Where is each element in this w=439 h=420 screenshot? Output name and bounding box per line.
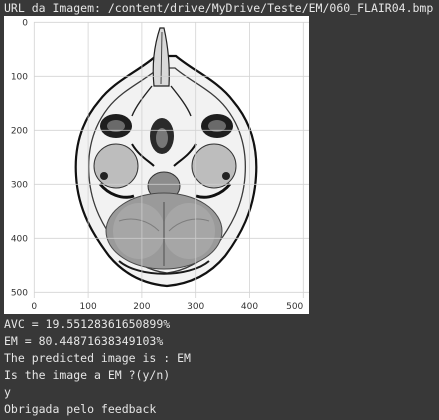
x-tick-label: 200	[133, 302, 150, 312]
y-tick-label: 100	[11, 73, 28, 83]
mri-plot-svg: 0 100 200 300 400 500 0 100 200 300 400 …	[11, 19, 309, 312]
em-probability-output: EM = 80.44871638349103%	[4, 334, 164, 348]
user-answer-output: y	[4, 385, 11, 399]
prediction-output: The predicted image is : EM	[4, 351, 191, 365]
x-tick-label: 500	[286, 302, 303, 312]
y-tick-label: 200	[11, 127, 28, 137]
image-url-output: URL da Imagem: /content/drive/MyDrive/Te…	[4, 1, 434, 15]
y-tick-label: 400	[11, 235, 28, 245]
y-tick-label: 0	[22, 19, 28, 29]
x-tick-label: 400	[241, 302, 258, 312]
thanks-output: Obrigada pelo feedback	[4, 402, 157, 416]
avc-probability-output: AVC = 19.55128361650899%	[4, 317, 171, 331]
y-tick-label: 500	[11, 289, 28, 299]
mri-plot-figure: 0 100 200 300 400 500 0 100 200 300 400 …	[4, 16, 309, 314]
x-tick-label: 100	[80, 302, 97, 312]
feedback-prompt-output: Is the image a EM ?(y/n)	[4, 368, 171, 382]
x-tick-labels: 0 100 200 300 400 500	[31, 302, 303, 312]
y-tick-labels: 0 100 200 300 400 500	[11, 19, 28, 299]
x-tick-label: 300	[187, 302, 204, 312]
x-tick-label: 0	[31, 302, 37, 312]
y-tick-label: 300	[11, 181, 28, 191]
mri-brain-image	[34, 22, 309, 298]
